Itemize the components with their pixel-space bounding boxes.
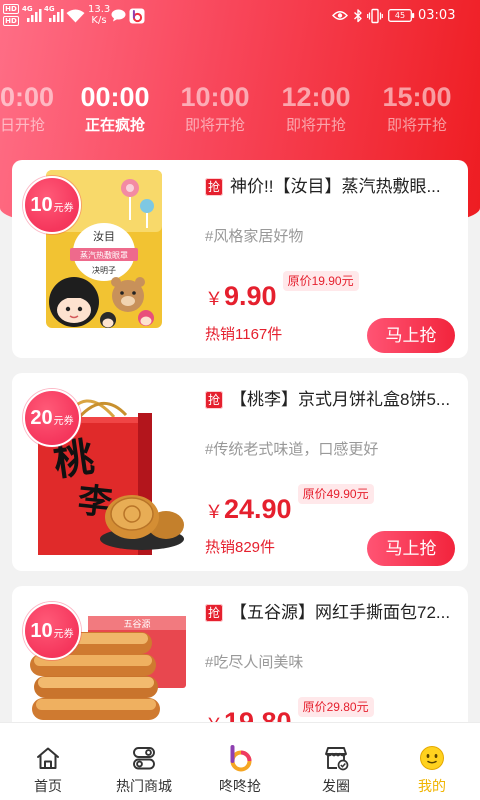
coupon-value: 10 [30, 620, 53, 642]
battery-icon: 45 [388, 9, 415, 22]
coupon-value: 20 [30, 407, 53, 429]
home-icon [37, 747, 59, 769]
clock: 03:03 [418, 8, 456, 23]
product-title[interactable]: 【桃李】京式月饼礼盒8饼5... [230, 387, 458, 413]
product-card[interactable]: 汝目 蒸汽热敷眼罩 决明子 10 元券 抢 神价!!【汝目】蒸汽热敷眼... #… [12, 160, 468, 358]
coupon-unit: 元券 [53, 416, 74, 427]
buy-now-button[interactable]: 马上抢 [367, 318, 455, 353]
coupon-badge: 20 元券 [23, 389, 81, 447]
current-price: ￥9.90 [205, 278, 277, 319]
package-brand: 汝目 [93, 229, 115, 243]
coupon-badge: 10 元券 [23, 602, 81, 660]
flash-sale-tag: 抢 [205, 604, 223, 622]
box-brand: 五谷源 [123, 619, 150, 630]
eye-icon [332, 11, 348, 20]
current-price: ￥24.90 [205, 491, 292, 532]
tab-time: 10:00 [180, 82, 250, 112]
nav-item-moments[interactable]: 发圈 [288, 723, 384, 800]
wifi-icon [66, 9, 85, 23]
tab-status: 即将开抢 [184, 117, 245, 134]
network-speed-unit: K/s [91, 15, 107, 26]
time-tab-0[interactable]: 0:00 日开抢 [0, 80, 60, 136]
price-value: 9.90 [224, 281, 277, 311]
network-speed-value: 13.3 [88, 4, 111, 15]
price-value: 24.90 [224, 494, 292, 524]
nav-item-hot-mall[interactable]: 热门商城 [96, 723, 192, 800]
coupon-unit: 元券 [53, 203, 74, 214]
flash-sale-tag: 抢 [205, 178, 223, 196]
currency-symbol: ￥ [205, 289, 223, 309]
tab-status: 日开抢 [0, 117, 46, 134]
tab-time: 00:00 [80, 82, 150, 112]
screen: HD HD 4G 4G 13.3 K/s 45 03:03 0:00 日开抢 0… [0, 0, 480, 800]
product-subtitle: #吃尽人间美味 [205, 654, 304, 671]
package-variant: 决明子 [92, 265, 116, 275]
dongdong-logo-icon [230, 745, 252, 772]
tab-status: 正在疯抢 [84, 117, 145, 134]
buy-now-button[interactable]: 马上抢 [367, 531, 455, 566]
signal-bars-icon [27, 9, 42, 22]
sim-indicators: HD HD [3, 4, 19, 28]
vibrate-icon [367, 8, 383, 24]
network-speed: 13.3 K/s [88, 4, 110, 26]
time-tab-1[interactable]: 00:00 正在疯抢 [60, 80, 170, 136]
signal-icon-sim2: 4G [44, 5, 64, 23]
nav-label: 热门商城 [116, 778, 172, 794]
time-tab-2[interactable]: 10:00 即将开抢 [160, 80, 270, 136]
nav-label: 我的 [418, 778, 446, 794]
nav-label: 咚咚抢 [219, 778, 261, 794]
nav-item-home[interactable]: 首页 [0, 723, 96, 800]
original-price: 原价19.90元 [282, 271, 359, 291]
original-price: 原价29.80元 [297, 697, 374, 717]
status-bar: HD HD 4G 4G 13.3 K/s 45 03:03 [0, 0, 480, 32]
nav-label: 首页 [34, 778, 62, 794]
store-icon [325, 747, 349, 771]
time-tab-3[interactable]: 12:00 即将开抢 [261, 80, 371, 136]
bottom-nav: 首页 热门商城 咚咚抢 发圈 我的 [0, 722, 480, 800]
signal-bars-icon [49, 9, 64, 22]
price-row: ￥24.90 原价49.90元 [205, 483, 374, 532]
tab-status: 即将开抢 [285, 117, 346, 134]
sales-count: 热销829件 [205, 539, 276, 556]
currency-symbol: ￥ [205, 502, 223, 522]
sales-count: 热销1167件 [205, 326, 283, 343]
chat-bubble-icon [111, 9, 126, 22]
sim2-hd-badge: HD [3, 16, 19, 26]
coupon-unit: 元券 [53, 629, 74, 640]
nav-item-dongdong-flash[interactable]: 咚咚抢 [192, 723, 288, 800]
tab-time: 15:00 [382, 82, 452, 112]
toggle-icon [133, 747, 155, 770]
product-subtitle: #传统老式味道，口感更好 [205, 441, 379, 458]
product-subtitle: #风格家居好物 [205, 228, 304, 245]
nav-item-me[interactable]: 我的 [384, 723, 480, 800]
product-card[interactable]: 桃 李 20 元券 抢 【桃李】京式月饼礼盒8饼5... #传统老式味道，口感更… [12, 373, 468, 571]
tab-time: 12:00 [281, 82, 351, 112]
sim1-hd-badge: HD [3, 4, 19, 14]
app-notification-icon [129, 8, 145, 24]
product-title[interactable]: 【五谷源】网红手撕面包72... [230, 600, 458, 626]
signal-icon-sim1: 4G [22, 5, 42, 23]
time-tab-4[interactable]: 15:00 即将开抢 [362, 80, 472, 136]
flash-sale-tag: 抢 [205, 391, 223, 409]
package-product-name: 蒸汽热敷眼罩 [80, 250, 128, 260]
price-row: ￥9.90 原价19.90元 [205, 270, 359, 319]
coupon-badge: 10 元券 [23, 176, 81, 234]
battery-level: 45 [394, 11, 406, 20]
bluetooth-icon [354, 9, 362, 23]
tab-status: 即将开抢 [386, 117, 447, 134]
coupon-value: 10 [30, 194, 53, 216]
tab-time: 0:00 [0, 82, 55, 112]
nav-label: 发圈 [322, 778, 350, 794]
original-price: 原价49.90元 [297, 484, 374, 504]
smiley-icon [420, 746, 444, 770]
product-title[interactable]: 神价!!【汝目】蒸汽热敷眼... [230, 174, 458, 200]
